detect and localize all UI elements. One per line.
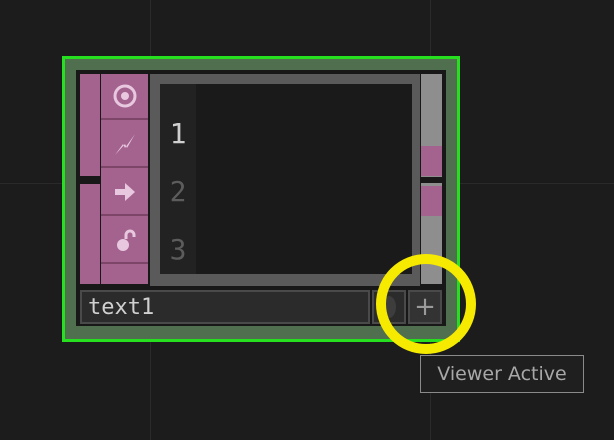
line-number: 1: [169, 117, 187, 150]
tooltip: Viewer Active: [420, 355, 584, 393]
output-connector[interactable]: [421, 186, 442, 216]
output-connector[interactable]: [421, 146, 442, 176]
input-connector[interactable]: [80, 184, 100, 284]
arrow-right-icon[interactable]: [101, 170, 148, 216]
highlight-ring: [376, 254, 476, 354]
input-connector[interactable]: [80, 74, 100, 176]
line-number: 3: [169, 233, 187, 266]
output-gap: [421, 177, 442, 183]
lock-icon[interactable]: [101, 218, 148, 264]
target-icon[interactable]: [101, 74, 148, 120]
lightning-icon[interactable]: [101, 122, 148, 168]
node-name[interactable]: text1: [88, 295, 154, 321]
line-number: 2: [169, 175, 187, 208]
text-viewer[interactable]: [160, 84, 412, 274]
